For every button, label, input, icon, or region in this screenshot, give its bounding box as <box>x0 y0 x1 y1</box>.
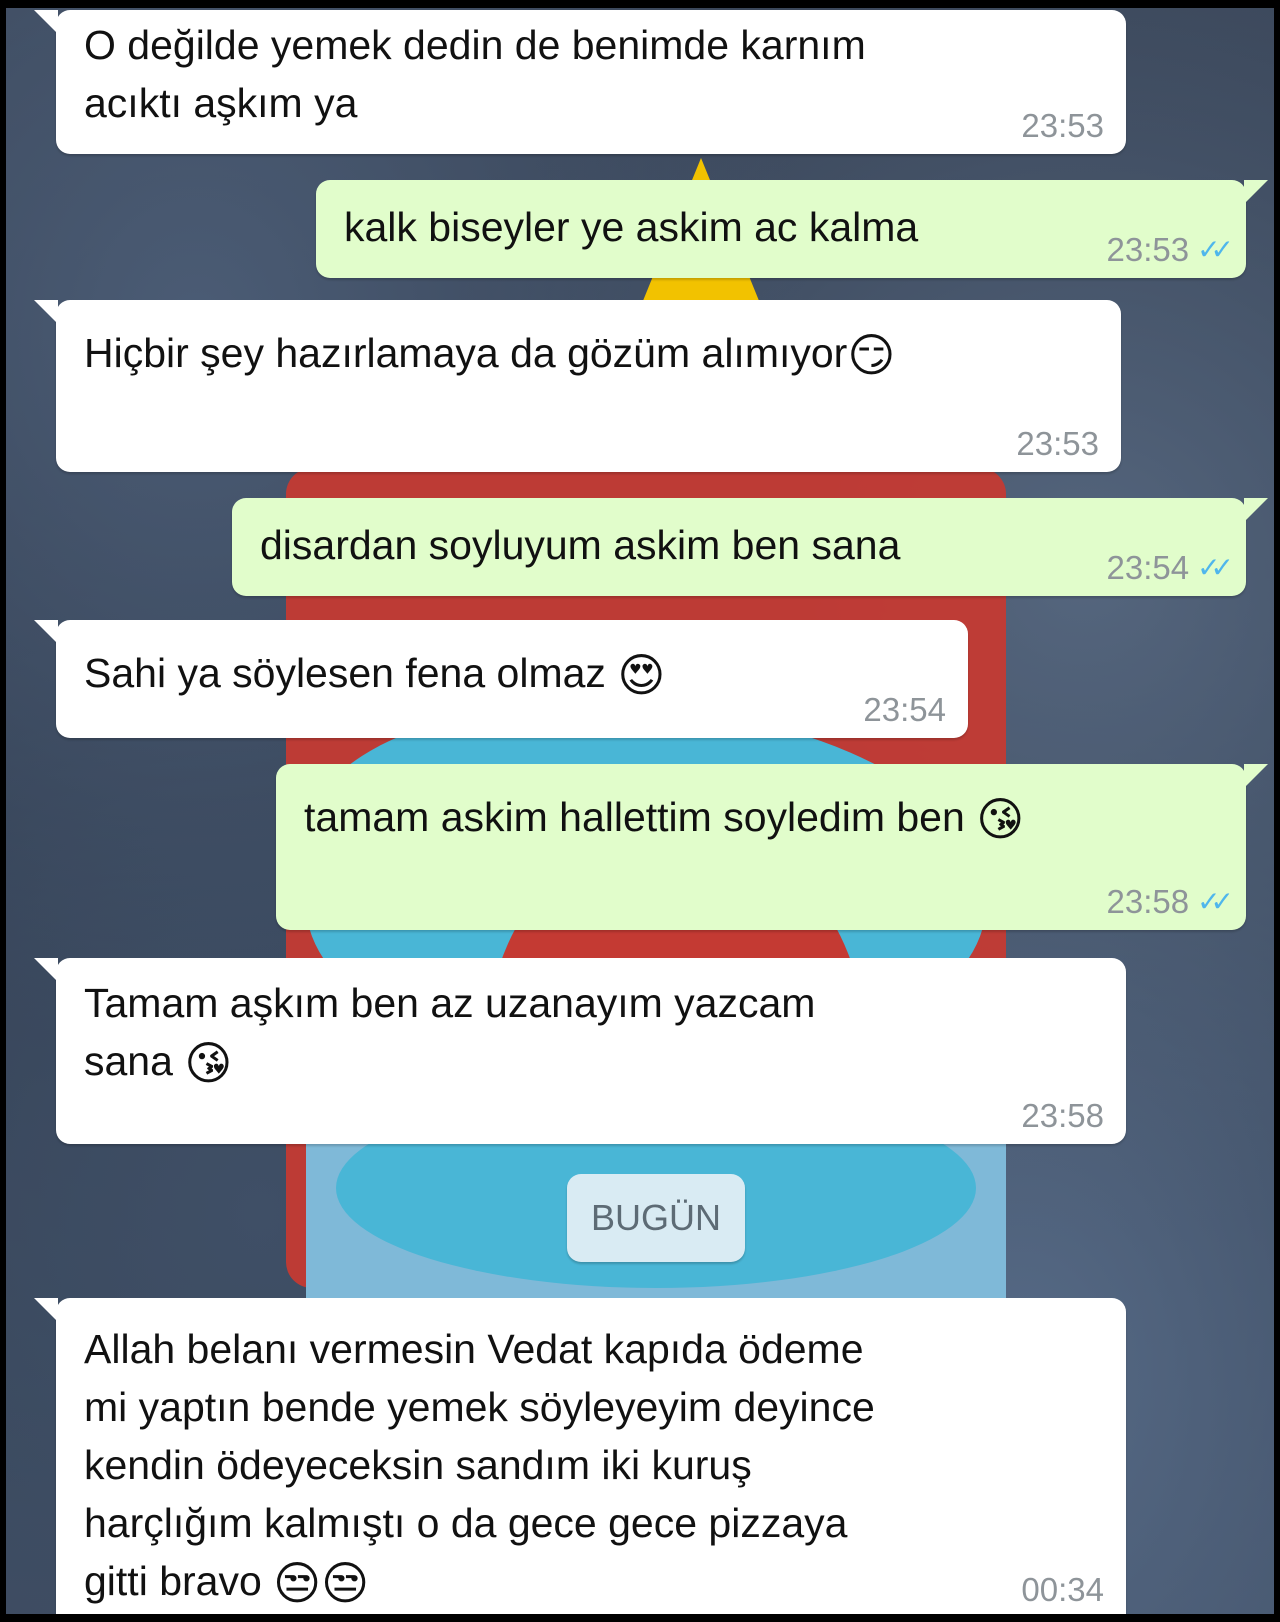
outgoing-message[interactable]: disardan soyluyum askim ben sana 23:54 ✓… <box>232 498 1268 596</box>
kiss-emoji-icon: 😘 <box>976 792 1025 846</box>
message-meta: 23:53 ✓✓ <box>1106 231 1234 268</box>
incoming-message[interactable]: Tamam aşkım ben az uzanayım yazcam sana … <box>34 958 1126 1144</box>
message-text: Hiçbir şey hazırlamaya da gözüm alımıyor <box>84 330 848 376</box>
chat-background: O değilde yemek dedin de benimde karnım … <box>6 8 1274 1614</box>
message-time: 23:58 <box>1021 1097 1104 1134</box>
message-meta: 23:58 ✓✓ <box>1106 883 1234 920</box>
message-text: Allah belanı vermesin Vedat kapıda ödeme… <box>84 1326 875 1604</box>
double-check-icon: ✓✓ <box>1197 886 1234 917</box>
outgoing-message[interactable]: tamam askim hallettim soyledim ben 😘 23:… <box>276 764 1268 930</box>
screenshot-frame: O değilde yemek dedin de benimde karnım … <box>0 0 1280 1622</box>
message-meta: 23:54 ✓✓ <box>1106 549 1234 586</box>
message-text: tamam askim hallettim soyledim ben <box>304 794 965 840</box>
message-meta: 23:58 <box>1021 1098 1104 1134</box>
incoming-message[interactable]: Allah belanı vermesin Vedat kapıda ödeme… <box>34 1298 1126 1614</box>
message-text: Sahi ya söylesen fena olmaz <box>84 650 606 696</box>
outgoing-message[interactable]: kalk biseyler ye askim ac kalma 23:53 ✓✓ <box>316 180 1268 278</box>
message-time: 00:34 <box>1021 1571 1104 1608</box>
message-time: 23:54 <box>863 691 946 728</box>
heart-eyes-emoji-icon: 😍 <box>617 648 666 702</box>
message-meta: 23:54 <box>863 692 946 728</box>
incoming-message[interactable]: Sahi ya söylesen fena olmaz 😍 23:54 <box>34 620 968 738</box>
message-meta: 23:53 <box>1021 108 1104 144</box>
message-time: 23:53 <box>1021 107 1104 144</box>
message-time: 23:53 <box>1106 231 1190 268</box>
message-text: kalk biseyler ye askim ac kalma <box>344 204 919 250</box>
date-separator: BUGÜN <box>567 1174 745 1262</box>
kiss-emoji-icon: 😘 <box>184 1036 233 1090</box>
unamused-emoji-icon: 😒😒 <box>273 1556 370 1610</box>
incoming-message[interactable]: O değilde yemek dedin de benimde karnım … <box>34 10 1126 154</box>
incoming-message[interactable]: Hiçbir şey hazırlamaya da gözüm alımıyor… <box>34 300 1121 472</box>
message-meta: 00:34 <box>1021 1572 1104 1608</box>
message-meta: 23:53 <box>1016 426 1099 462</box>
message-time: 23:53 <box>1016 425 1099 462</box>
message-time: 23:54 <box>1106 549 1190 586</box>
date-separator-label: BUGÜN <box>590 1197 721 1238</box>
smirk-emoji-icon: 😏 <box>847 328 896 382</box>
double-check-icon: ✓✓ <box>1197 552 1234 583</box>
message-time: 23:58 <box>1106 883 1190 920</box>
message-text: disardan soyluyum askim ben sana <box>260 522 901 568</box>
message-text: O değilde yemek dedin de benimde karnım … <box>84 22 866 126</box>
double-check-icon: ✓✓ <box>1197 234 1234 265</box>
